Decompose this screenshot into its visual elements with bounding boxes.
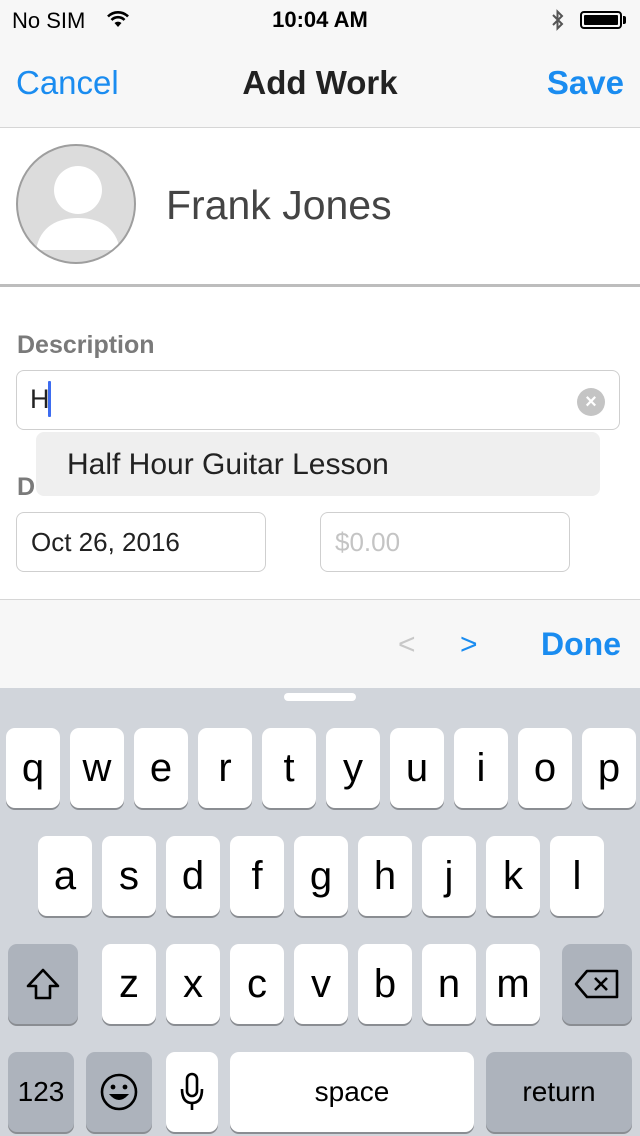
- key[interactable]: y: [326, 728, 380, 808]
- status-time: 10:04 AM: [272, 7, 368, 32]
- text-cursor: [48, 381, 51, 417]
- save-button[interactable]: Save: [547, 64, 624, 102]
- key[interactable]: s: [102, 836, 156, 916]
- date-value[interactable]: Oct 26, 2016: [31, 527, 180, 558]
- key[interactable]: g: [294, 836, 348, 916]
- done-button[interactable]: Done: [541, 626, 621, 663]
- description-label: Description: [17, 331, 155, 359]
- shift-key[interactable]: [8, 944, 78, 1024]
- suggestion-label[interactable]: Half Hour Guitar Lesson: [67, 448, 389, 482]
- key[interactable]: r: [198, 728, 252, 808]
- date-label: D: [17, 473, 36, 501]
- battery-tip: [623, 16, 626, 24]
- key[interactable]: w: [70, 728, 124, 808]
- bluetooth-icon: [550, 8, 566, 37]
- shift-icon: [8, 944, 78, 1024]
- person-icon: [36, 166, 120, 250]
- key[interactable]: c: [230, 944, 284, 1024]
- clear-icon[interactable]: ×: [577, 388, 605, 416]
- client-name: Frank Jones: [166, 182, 392, 228]
- microphone-icon: [166, 1052, 218, 1132]
- description-input[interactable]: [16, 370, 620, 430]
- key[interactable]: b: [358, 944, 412, 1024]
- delete-key[interactable]: [562, 944, 632, 1024]
- previous-field-button[interactable]: <: [398, 628, 416, 662]
- key[interactable]: k: [486, 836, 540, 916]
- key[interactable]: z: [102, 944, 156, 1024]
- key[interactable]: u: [390, 728, 444, 808]
- key[interactable]: a: [38, 836, 92, 916]
- key[interactable]: m: [486, 944, 540, 1024]
- avatar[interactable]: [16, 144, 136, 264]
- key[interactable]: e: [134, 728, 188, 808]
- amount-placeholder[interactable]: $0.00: [335, 527, 400, 558]
- key[interactable]: n: [422, 944, 476, 1024]
- key[interactable]: v: [294, 944, 348, 1024]
- dictation-key[interactable]: [166, 1052, 218, 1132]
- return-key[interactable]: return: [486, 1052, 632, 1132]
- key[interactable]: i: [454, 728, 508, 808]
- key[interactable]: x: [166, 944, 220, 1024]
- battery-icon: [580, 11, 622, 29]
- key[interactable]: q: [6, 728, 60, 808]
- space-key[interactable]: space: [230, 1052, 474, 1132]
- section-divider: [0, 284, 640, 287]
- key[interactable]: j: [422, 836, 476, 916]
- numbers-key[interactable]: 123: [8, 1052, 74, 1132]
- backspace-icon: [562, 944, 632, 1024]
- key[interactable]: p: [582, 728, 636, 808]
- key[interactable]: t: [262, 728, 316, 808]
- key[interactable]: o: [518, 728, 572, 808]
- key[interactable]: h: [358, 836, 412, 916]
- emoji-icon: [86, 1052, 152, 1132]
- key[interactable]: d: [166, 836, 220, 916]
- next-field-button[interactable]: >: [460, 628, 478, 662]
- key[interactable]: f: [230, 836, 284, 916]
- keyboard-handle[interactable]: [284, 693, 356, 701]
- key[interactable]: l: [550, 836, 604, 916]
- page-title: Add Work: [242, 64, 398, 101]
- emoji-key[interactable]: [86, 1052, 152, 1132]
- description-value[interactable]: H: [30, 384, 50, 415]
